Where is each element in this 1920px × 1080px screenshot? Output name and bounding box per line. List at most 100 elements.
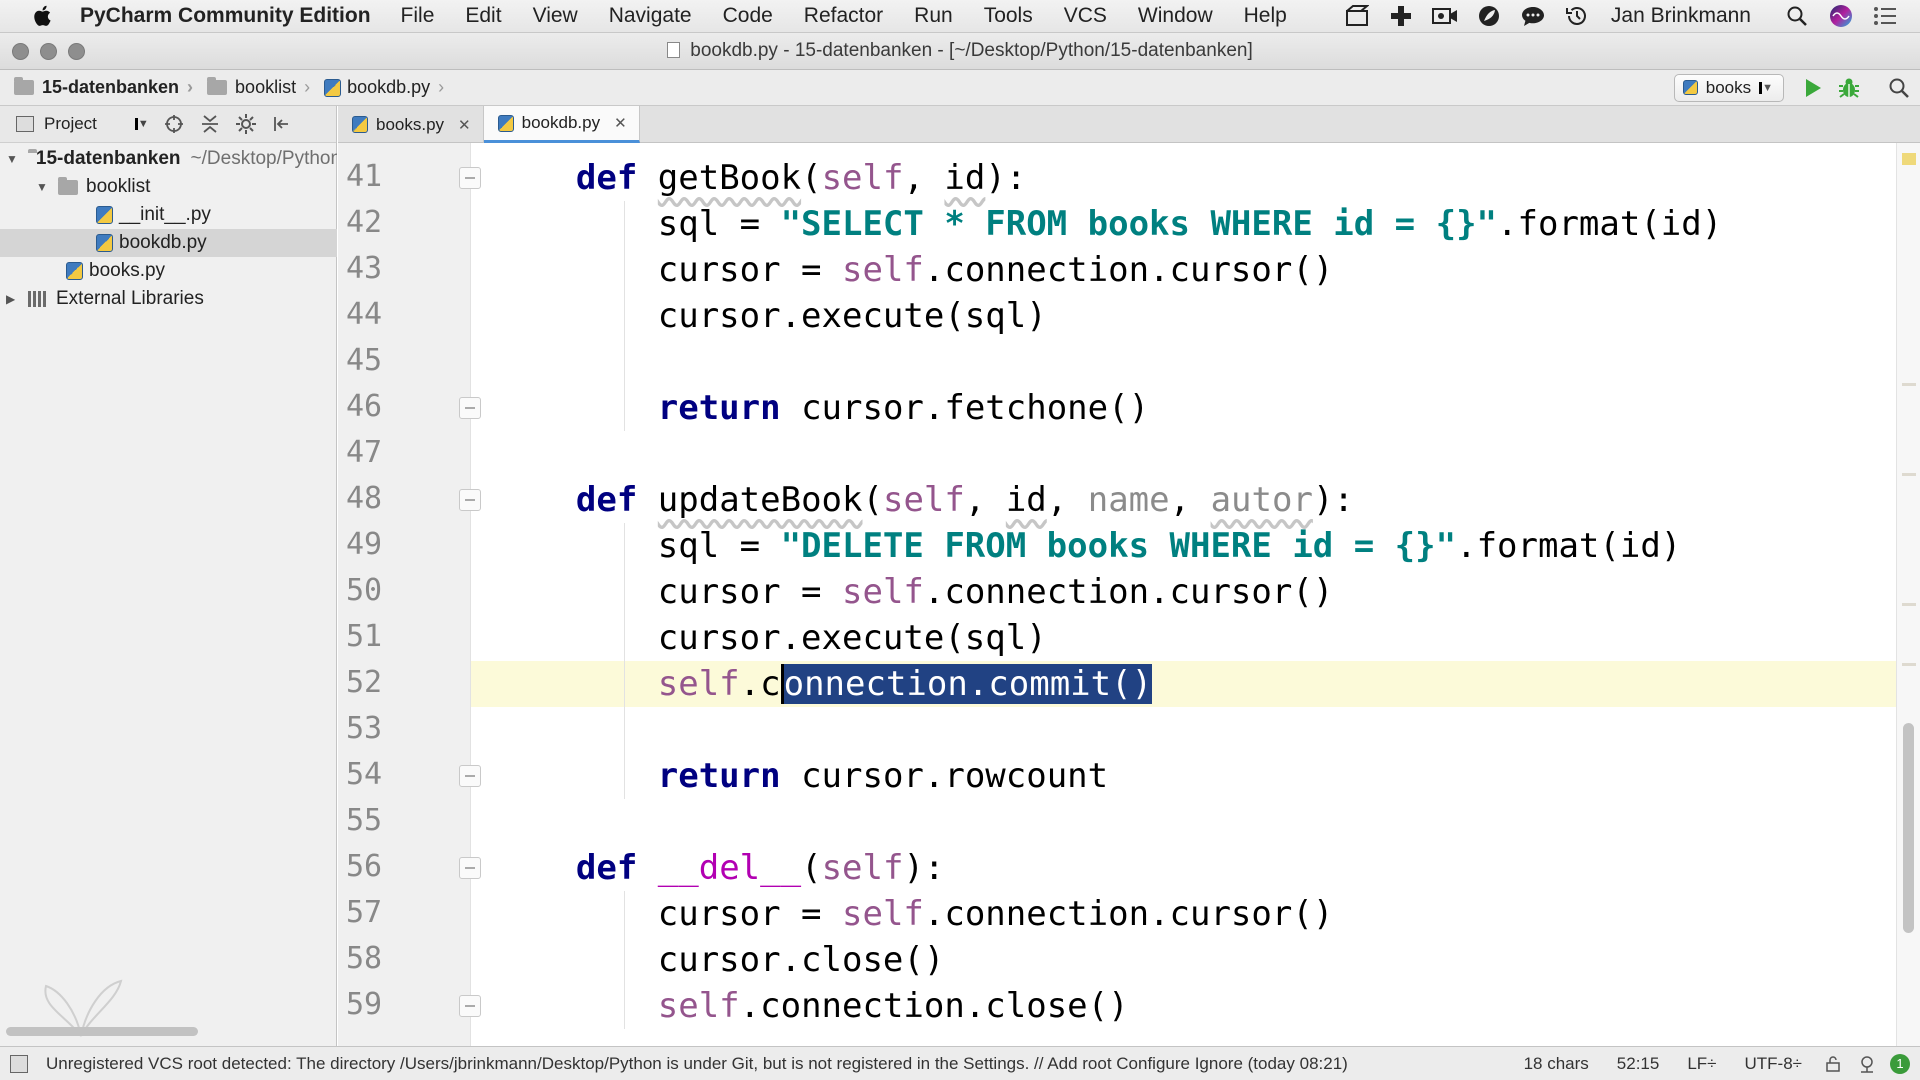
tree-item-bookdb-py[interactable]: bookdb.py <box>0 229 337 257</box>
close-icon[interactable]: ✕ <box>614 114 627 132</box>
screencast-icon[interactable] <box>1344 3 1370 29</box>
code-line[interactable]: return cursor.fetchone() <box>494 385 1920 431</box>
menu-navigate[interactable]: Navigate <box>609 4 692 28</box>
usage-marker[interactable] <box>1902 663 1916 666</box>
breadcrumb-booklist[interactable]: booklist › <box>207 77 310 98</box>
expand-arrow-icon[interactable]: ▼ <box>36 180 48 194</box>
code-line[interactable]: self.connection.close() <box>494 983 1920 1029</box>
tree-item-external-libraries[interactable]: ▶ External Libraries <box>0 285 337 313</box>
chat-bubble-icon[interactable] <box>1520 3 1546 29</box>
tree-item-label: External Libraries <box>56 288 204 309</box>
line-number: 59 <box>346 987 383 1022</box>
vertical-scrollbar[interactable] <box>1903 723 1914 933</box>
menu-code[interactable]: Code <box>723 4 773 28</box>
app-name[interactable]: PyCharm Community Edition <box>80 4 371 28</box>
menu-window[interactable]: Window <box>1138 4 1213 28</box>
search-everywhere-icon[interactable] <box>1884 73 1914 103</box>
code-line[interactable]: sql = "DELETE FROM books WHERE id = {}".… <box>494 523 1920 569</box>
code-line[interactable]: cursor = self.connection.cursor() <box>494 891 1920 937</box>
close-window-button[interactable] <box>12 42 29 60</box>
code-line[interactable]: def updateBook(self, id, name, autor): <box>494 477 1920 523</box>
menu-tools[interactable]: Tools <box>984 4 1033 28</box>
python-file-icon <box>352 116 368 133</box>
menu-edit[interactable]: Edit <box>465 4 501 28</box>
menu-help[interactable]: Help <box>1244 4 1287 28</box>
toggle-tool-windows-icon[interactable] <box>10 1054 28 1073</box>
menu-refactor[interactable]: Refactor <box>804 4 883 28</box>
usage-marker[interactable] <box>1902 383 1916 386</box>
code-line[interactable]: def __del__(self): <box>494 845 1920 891</box>
fold-marker-icon[interactable] <box>459 765 481 787</box>
run-configuration-select[interactable]: books ▼ <box>1673 73 1784 102</box>
code-line[interactable]: cursor = self.connection.cursor() <box>494 247 1920 293</box>
expand-arrow-icon[interactable]: ▼ <box>6 152 18 166</box>
camera-icon[interactable] <box>1431 3 1458 29</box>
code-editor[interactable]: 40 41 42 43 44 45 46 47 48 49 50 51 52 53 54 55 56 57 58 59… <box>338 143 1920 1046</box>
breadcrumb-file[interactable]: bookdb.py › <box>324 77 444 98</box>
code-line[interactable] <box>494 707 1920 753</box>
menu-vcs[interactable]: VCS <box>1064 4 1107 28</box>
debug-icon[interactable] <box>1834 73 1864 103</box>
horizontal-scrollbar[interactable] <box>6 1027 198 1036</box>
hide-panel-icon[interactable] <box>271 113 293 135</box>
leaf-icon[interactable] <box>1476 3 1502 29</box>
siri-icon[interactable] <box>1828 3 1854 29</box>
code-line[interactable]: return cursor.rowcount <box>494 753 1920 799</box>
code-line[interactable] <box>494 431 1920 477</box>
code-line[interactable]: self.connection.commit() <box>494 661 1920 707</box>
fold-marker-icon[interactable] <box>459 167 481 189</box>
tab-books-py[interactable]: books.py ✕ <box>338 106 484 143</box>
file-encoding[interactable]: UTF-8÷ <box>1745 1054 1803 1074</box>
plus-cross-icon[interactable] <box>1388 3 1414 29</box>
collapse-all-icon[interactable] <box>199 113 221 135</box>
event-log-badge[interactable]: 1 <box>1890 1053 1910 1074</box>
code-line[interactable] <box>494 799 1920 845</box>
apple-icon[interactable] <box>30 3 56 29</box>
menu-file[interactable]: File <box>401 4 435 28</box>
minimize-window-button[interactable] <box>40 42 57 60</box>
tree-item-init-py[interactable]: __init__.py <box>0 201 337 229</box>
menu-run[interactable]: Run <box>914 4 953 28</box>
status-bar: Unregistered VCS root detected: The dire… <box>0 1046 1920 1080</box>
tree-item-project-root[interactable]: ▼ 15-datenbanken ~/Desktop/Python/15-dat… <box>0 145 337 173</box>
close-icon[interactable]: ✕ <box>458 116 471 134</box>
error-stripe[interactable] <box>1896 143 1920 1046</box>
code-line[interactable]: cursor = self.connection.cursor() <box>494 569 1920 615</box>
code-line[interactable]: sql = "SELECT * FROM books WHERE id = {}… <box>494 201 1920 247</box>
user-name[interactable]: Jan Brinkmann <box>1611 4 1751 28</box>
status-message[interactable]: Unregistered VCS root detected: The dire… <box>46 1054 1348 1074</box>
usage-marker[interactable] <box>1902 473 1916 476</box>
code-line[interactable] <box>494 339 1920 385</box>
code-token: cursor = <box>494 250 842 290</box>
gear-icon[interactable] <box>235 113 257 135</box>
code-line[interactable]: cursor.close() <box>494 937 1920 983</box>
warning-marker[interactable] <box>1902 153 1916 165</box>
time-machine-icon[interactable] <box>1564 3 1590 29</box>
fold-marker-icon[interactable] <box>459 857 481 879</box>
zoom-window-button[interactable] <box>68 42 85 60</box>
line-number-gutter[interactable]: 40 41 42 43 44 45 46 47 48 49 50 51 52 53 54 55 56 57 58 59 <box>338 143 481 1046</box>
code-line[interactable]: cursor.execute(sql) <box>494 293 1920 339</box>
usage-marker[interactable] <box>1902 603 1916 606</box>
code-line[interactable]: def getBook(self, id): <box>494 155 1920 201</box>
tab-bookdb-py[interactable]: bookdb.py ✕ <box>483 106 640 143</box>
run-icon[interactable] <box>1798 73 1828 103</box>
fold-marker-icon[interactable] <box>459 397 481 419</box>
tree-item-books-py[interactable]: books.py <box>0 257 337 285</box>
menu-view[interactable]: View <box>533 4 578 28</box>
project-view-selector[interactable]: Project <box>44 114 97 134</box>
code-line[interactable]: cursor.execute(sql) <box>494 615 1920 661</box>
notification-center-icon[interactable] <box>1872 3 1898 29</box>
tree-item-booklist[interactable]: ▼ booklist <box>0 173 337 201</box>
inspector-icon[interactable] <box>1858 1055 1876 1073</box>
fold-marker-icon[interactable] <box>459 995 481 1017</box>
lock-icon[interactable] <box>1824 1055 1842 1073</box>
locate-target-icon[interactable] <box>163 113 185 135</box>
caret-down-icon[interactable]: ▼ <box>134 118 149 130</box>
line-separator[interactable]: LF÷ <box>1687 1054 1716 1074</box>
fold-marker-icon[interactable] <box>459 489 481 511</box>
breadcrumb-project[interactable]: 15-datenbanken › <box>14 77 193 98</box>
collapse-arrow-icon[interactable]: ▶ <box>6 292 18 306</box>
spotlight-search-icon[interactable] <box>1784 3 1810 29</box>
caret-position[interactable]: 52:15 <box>1617 1054 1660 1074</box>
